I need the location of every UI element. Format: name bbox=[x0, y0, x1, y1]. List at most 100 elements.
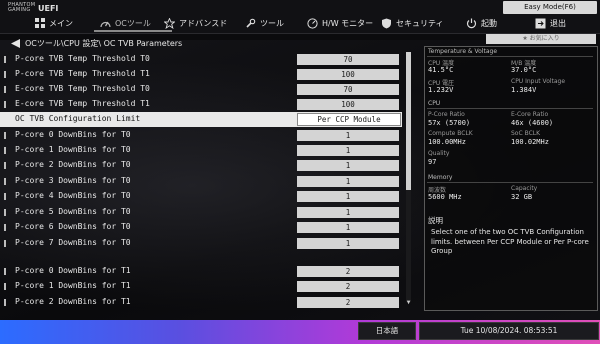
setting-label: P-core 7 DownBins for T0 bbox=[15, 238, 131, 247]
setting-row[interactable]: P-core 5 DownBins for T0 1 bbox=[0, 205, 402, 220]
tab-advanced[interactable]: アドバンスド bbox=[164, 15, 227, 31]
setting-value-field[interactable]: 1 bbox=[297, 222, 399, 233]
setting-value-field[interactable]: 1 bbox=[297, 145, 399, 156]
setting-value-dropdown[interactable]: Per CCP Module bbox=[297, 113, 401, 126]
soc-bclk-label: SoC BCLK bbox=[511, 130, 541, 137]
setting-value-field[interactable]: 70 bbox=[297, 54, 399, 65]
tab-main[interactable]: メイン bbox=[34, 15, 73, 31]
setting-row[interactable]: P-core 2 DownBins for T1 2 bbox=[0, 295, 402, 310]
wrench-icon bbox=[245, 18, 256, 29]
setting-row[interactable]: E-core TVB Temp Threshold T1 100 bbox=[0, 97, 402, 112]
language-button[interactable]: 日本語 bbox=[358, 322, 416, 340]
logo-text-line2: GAMING bbox=[8, 7, 31, 13]
setting-label: P-core 2 DownBins for T0 bbox=[15, 160, 131, 169]
exit-icon bbox=[535, 18, 546, 29]
setting-label: P-core TVB Temp Threshold T1 bbox=[15, 69, 150, 78]
tab-tool[interactable]: ツール bbox=[245, 15, 284, 31]
section-divider bbox=[427, 108, 593, 109]
setting-value-field[interactable]: 2 bbox=[297, 281, 399, 292]
setting-row[interactable]: P-core 1 DownBins for T1 2 bbox=[0, 279, 402, 294]
row-marker bbox=[4, 86, 6, 93]
star-icon bbox=[164, 17, 175, 29]
section-title-cpu: CPU bbox=[428, 100, 441, 107]
row-marker bbox=[4, 178, 6, 185]
tab-label: H/W モニター bbox=[322, 18, 374, 28]
setting-row[interactable]: P-core 1 DownBins for T0 1 bbox=[0, 143, 402, 158]
tab-exit[interactable]: 退出 bbox=[535, 15, 566, 31]
setting-value-field[interactable]: 1 bbox=[297, 207, 399, 218]
setting-value-field[interactable]: 2 bbox=[297, 297, 399, 308]
tab-boot[interactable]: 起動 bbox=[466, 15, 497, 31]
setting-label: P-core 6 DownBins for T0 bbox=[15, 222, 131, 231]
row-marker bbox=[4, 240, 6, 247]
setting-label: P-core 4 DownBins for T0 bbox=[15, 191, 131, 200]
tab-hw-monitor[interactable]: H/W モニター bbox=[307, 15, 373, 31]
ecore-ratio-value: 46x (4600) bbox=[511, 119, 554, 127]
section-title-memory: Memory bbox=[428, 174, 453, 181]
cpu-voltage-value: 1.232V bbox=[428, 86, 454, 94]
setting-value-field[interactable]: 1 bbox=[297, 130, 399, 141]
favorite-button[interactable]: ★ お気に入り bbox=[486, 34, 596, 44]
setting-label: P-core 5 DownBins for T0 bbox=[15, 207, 131, 216]
section-title-temp-voltage: Temperature & Voltage bbox=[428, 48, 498, 55]
speedometer-icon bbox=[100, 18, 111, 29]
setting-label: P-core 0 DownBins for T1 bbox=[15, 266, 131, 275]
monitor-icon bbox=[307, 17, 318, 29]
scroll-down-arrow-icon[interactable]: ▼ bbox=[405, 300, 412, 306]
breadcrumb-text: OCツール\CPU 設定\ OC TVB Parameters bbox=[25, 39, 183, 48]
setting-label: P-core TVB Temp Threshold T0 bbox=[15, 54, 150, 63]
cpu-temp-value: 41.5°C bbox=[428, 66, 454, 74]
setting-row[interactable]: P-core 0 DownBins for T0 1 bbox=[0, 128, 402, 143]
easy-mode-button[interactable]: Easy Mode(F6) bbox=[503, 1, 597, 14]
setting-row[interactable]: E-core TVB Temp Threshold T0 70 bbox=[0, 82, 402, 97]
row-marker bbox=[4, 193, 6, 200]
section-divider bbox=[427, 56, 593, 57]
scrollbar-thumb[interactable] bbox=[406, 52, 411, 190]
row-marker bbox=[4, 101, 6, 108]
description-text: Select one of the two OC TVB Configurati… bbox=[431, 228, 589, 255]
datetime-display: Tue 10/08/2024. 08:53:51 bbox=[419, 322, 599, 340]
setting-row[interactable]: P-core 6 DownBins for T0 1 bbox=[0, 220, 402, 235]
setting-value-field[interactable]: 2 bbox=[297, 266, 399, 277]
tab-label: ツール bbox=[260, 18, 284, 28]
logo-uefi: UEFI bbox=[38, 4, 59, 13]
setting-label: P-core 3 DownBins for T0 bbox=[15, 176, 131, 185]
tab-label: セキュリティ bbox=[396, 18, 444, 28]
setting-row[interactable]: P-core TVB Temp Threshold T1 100 bbox=[0, 67, 402, 82]
description-title: 説明 bbox=[428, 216, 443, 225]
setting-row[interactable]: P-core 4 DownBins for T0 1 bbox=[0, 189, 402, 204]
setting-row[interactable]: P-core 7 DownBins for T0 1 bbox=[0, 236, 402, 251]
setting-row-selected[interactable]: OC TVB Configuration Limit Per CCP Module bbox=[0, 112, 402, 127]
tab-security[interactable]: セキュリティ bbox=[381, 15, 444, 31]
setting-label: E-core TVB Temp Threshold T0 bbox=[15, 84, 150, 93]
setting-value-field[interactable]: 1 bbox=[297, 160, 399, 171]
row-marker bbox=[4, 209, 6, 216]
setting-value-field[interactable]: 1 bbox=[297, 191, 399, 202]
setting-row[interactable]: P-core 3 DownBins for T0 1 bbox=[0, 174, 402, 189]
setting-row[interactable]: P-core 0 DownBins for T1 2 bbox=[0, 264, 402, 279]
setting-value-field[interactable]: 1 bbox=[297, 238, 399, 249]
row-marker bbox=[4, 71, 6, 78]
back-arrow-icon[interactable] bbox=[11, 39, 20, 48]
menu-grid-icon bbox=[34, 18, 45, 29]
pcore-ratio-value: 57x (5700) bbox=[428, 119, 471, 127]
setting-row[interactable]: P-core 2 DownBins for T0 1 bbox=[0, 158, 402, 173]
shield-icon bbox=[381, 18, 392, 29]
row-marker bbox=[4, 56, 6, 63]
setting-value-field[interactable]: 70 bbox=[297, 84, 399, 95]
compute-bclk-value: 100.00MHz bbox=[428, 138, 466, 146]
setting-value-field[interactable]: 100 bbox=[297, 69, 399, 80]
cpu-input-voltage-value: 1.384V bbox=[511, 86, 537, 94]
setting-label: OC TVB Configuration Limit bbox=[15, 114, 141, 123]
pcore-ratio-label: P-Core Ratio bbox=[428, 111, 465, 118]
setting-row[interactable]: P-core TVB Temp Threshold T0 70 bbox=[0, 52, 402, 67]
phantom-gaming-logo: PHANTOM GAMING UEFI bbox=[8, 2, 70, 15]
row-marker bbox=[4, 299, 6, 306]
quality-label: Quality bbox=[428, 150, 450, 157]
setting-value-field[interactable]: 100 bbox=[297, 99, 399, 110]
setting-label: E-core TVB Temp Threshold T1 bbox=[15, 99, 150, 108]
tab-oc-tools[interactable]: OCツール bbox=[100, 15, 151, 31]
power-icon bbox=[466, 18, 477, 29]
setting-value-field[interactable]: 1 bbox=[297, 176, 399, 187]
row-marker bbox=[4, 147, 6, 154]
